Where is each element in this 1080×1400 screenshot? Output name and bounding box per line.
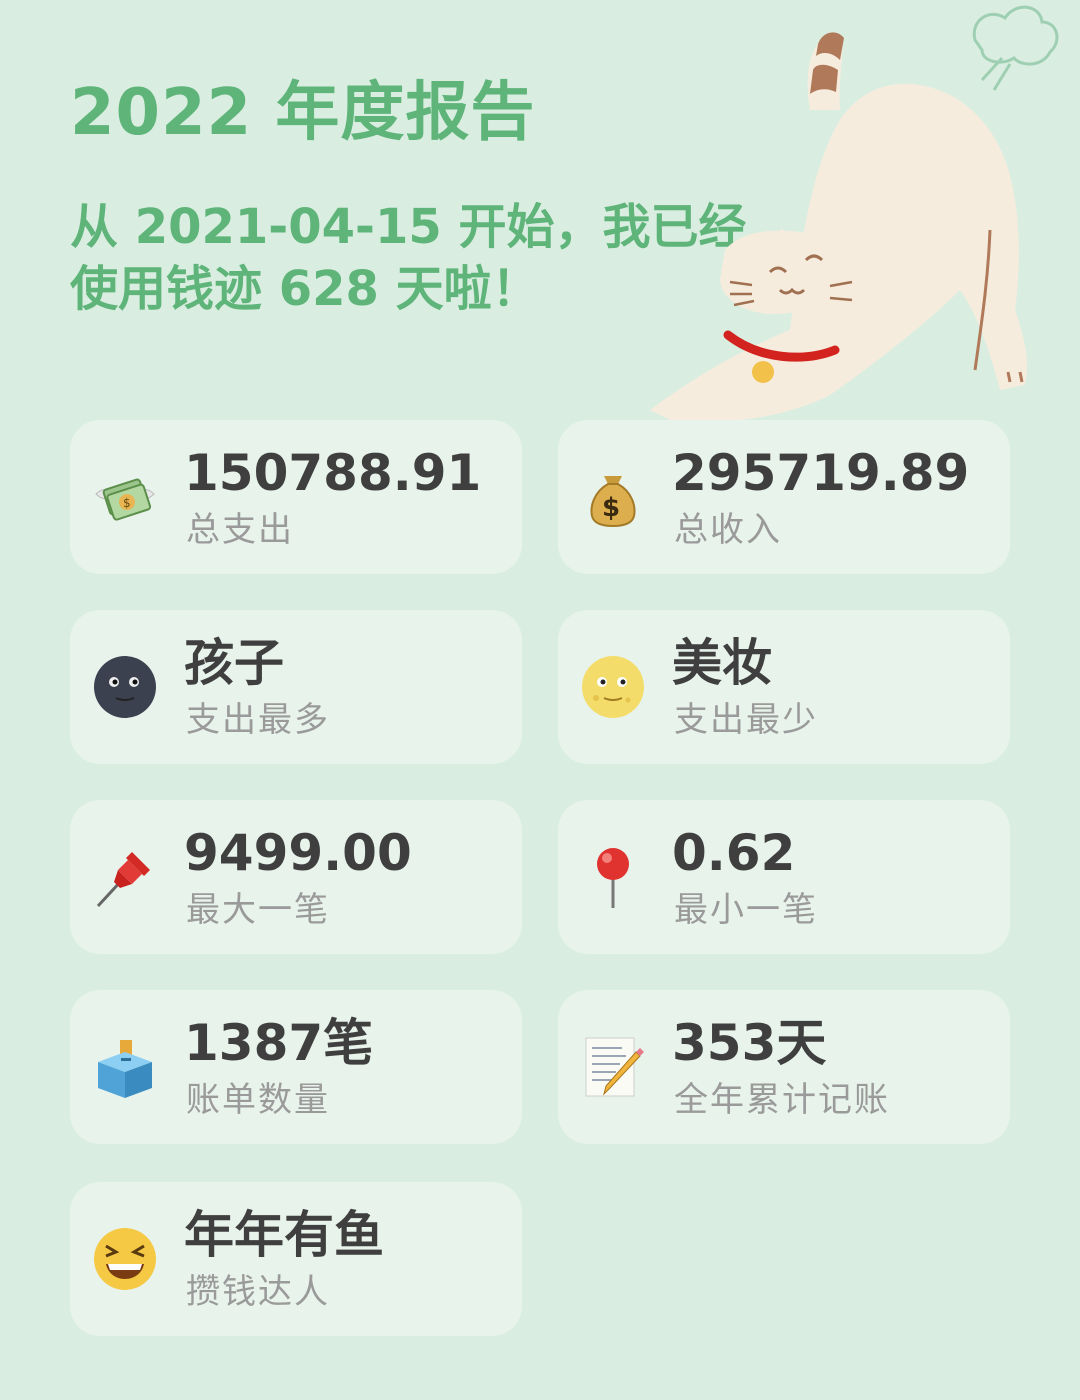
stat-card-least-expense: 美妆 支出最少 xyxy=(558,610,1010,764)
stat-card-recording-days: 353天 全年累计记账 xyxy=(558,990,1010,1144)
stat-card-total-expense: $ 150788.91 总支出 xyxy=(70,420,522,574)
stat-card-most-expense: 孩子 支出最多 xyxy=(70,610,522,764)
stat-label: 账单数量 xyxy=(186,1080,330,1120)
stat-card-largest-transaction: 9499.00 最大一笔 xyxy=(70,800,522,954)
stat-value: 9499.00 xyxy=(184,824,412,882)
full-moon-face-icon xyxy=(580,654,646,720)
stat-value: 295719.89 xyxy=(672,444,970,502)
stat-label: 全年累计记账 xyxy=(674,1080,890,1120)
money-bag-icon: $ xyxy=(580,464,646,530)
stat-label: 总收入 xyxy=(674,510,782,550)
laughing-face-icon xyxy=(92,1226,158,1292)
page-title: 2022 年度报告 xyxy=(70,76,536,150)
stat-label: 最大一笔 xyxy=(186,890,330,930)
memo-icon xyxy=(580,1034,646,1100)
stat-card-bill-count: 1387笔 账单数量 xyxy=(70,990,522,1144)
round-pushpin-icon xyxy=(580,844,646,910)
new-moon-face-icon xyxy=(92,654,158,720)
stat-card-saving-title: 年年有鱼 攒钱达人 xyxy=(70,1182,522,1336)
stat-label: 支出最多 xyxy=(186,700,330,740)
cat-illustration xyxy=(630,0,1080,440)
stat-label: 总支出 xyxy=(186,510,294,550)
stat-label: 攒钱达人 xyxy=(186,1272,330,1312)
pushpin-icon xyxy=(92,844,158,910)
svg-text:$: $ xyxy=(123,496,131,510)
stat-card-smallest-transaction: 0.62 最小一笔 xyxy=(558,800,1010,954)
stat-label: 支出最少 xyxy=(674,700,818,740)
svg-text:$: $ xyxy=(602,493,620,523)
stat-value: 353天 xyxy=(672,1014,827,1072)
stat-value: 1387笔 xyxy=(184,1014,374,1072)
stat-value: 0.62 xyxy=(672,824,796,882)
stat-value: 150788.91 xyxy=(184,444,482,502)
money-with-wings-icon: $ xyxy=(92,464,158,530)
stat-card-total-income: $ 295719.89 总收入 xyxy=(558,420,1010,574)
stat-value: 孩子 xyxy=(184,634,284,692)
ballot-box-icon xyxy=(92,1034,158,1100)
stat-label: 最小一笔 xyxy=(674,890,818,930)
stat-value: 美妆 xyxy=(672,634,772,692)
stat-value: 年年有鱼 xyxy=(184,1206,384,1264)
